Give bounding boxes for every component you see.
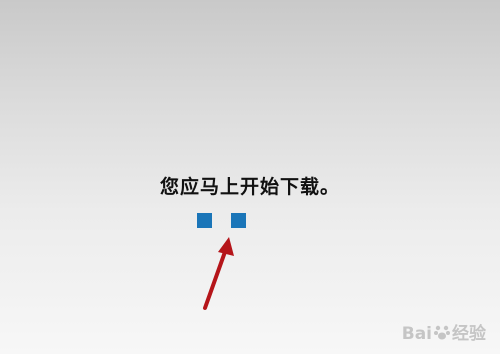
red-arrow-annotation [203, 237, 234, 310]
baidu-jingyan-watermark: Bai 经验 [402, 319, 486, 346]
paw-icon [433, 323, 451, 346]
watermark-brand-left: Bai [401, 324, 432, 344]
watermark-brand-right: 经验 [452, 324, 486, 344]
